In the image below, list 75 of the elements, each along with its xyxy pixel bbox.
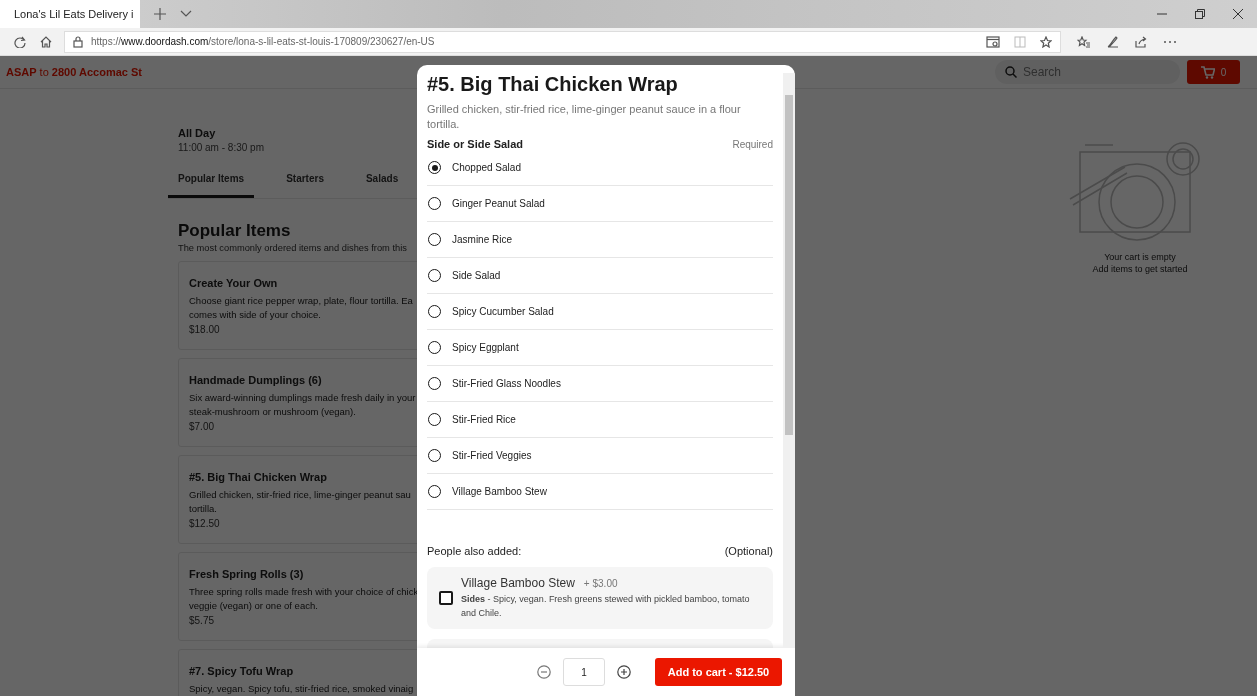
radio-option[interactable]: Stir-Fried Veggies	[427, 438, 773, 474]
reload-icon[interactable]	[14, 35, 26, 48]
item-description: Choose giant rice pepper wrap, plate, flour tortilla. Ea comes with side of your choice.	[189, 294, 413, 322]
item-description: Three spring rolls made fresh with your choice of chick veggie (vegan) or one of each.	[189, 585, 419, 613]
cart-empty-title: Your cart is empty	[1104, 251, 1176, 263]
tab-title: Lona's Lil Eats Delivery i	[14, 8, 134, 20]
radio-option[interactable]: Side Salad	[427, 258, 773, 294]
option-label: Stir-Fried Rice	[452, 414, 516, 425]
section-title: Popular Items	[178, 221, 291, 241]
restore-icon[interactable]	[1195, 9, 1205, 19]
cart-icon	[1200, 65, 1215, 79]
cart-empty-hint: Add items to get started	[1092, 263, 1188, 275]
pen-icon[interactable]	[1107, 35, 1119, 48]
item-name: Handmade Dumplings (6)	[189, 374, 322, 386]
scrollbar-thumb[interactable]	[785, 95, 793, 435]
addons-title: People also added:	[427, 545, 522, 557]
scrollbar[interactable]	[783, 73, 795, 648]
share-icon[interactable]	[1135, 35, 1147, 48]
radio-option[interactable]: Ginger Peanut Salad	[427, 186, 773, 222]
quantity-field[interactable]: 1	[563, 658, 605, 686]
option-label: Stir-Fried Veggies	[452, 450, 532, 461]
addon-description: Sides - Spicy, vegan. Fresh greens stewed with pickled bamboo, tomato and Chile.	[461, 593, 751, 620]
item-name: #7. Spicy Tofu Wrap	[189, 665, 294, 677]
item-price: $18.00	[189, 324, 220, 335]
hours-text: 11:00 am - 8:30 pm	[178, 142, 264, 153]
plus-icon[interactable]	[617, 665, 631, 679]
option-label: Spicy Eggplant	[452, 342, 519, 353]
radio-option[interactable]: Spicy Cucumber Salad	[427, 294, 773, 330]
browser-tab[interactable]: Lona's Lil Eats Delivery i	[0, 0, 140, 28]
radio-option[interactable]: Village Bamboo Stew	[427, 474, 773, 510]
item-description: Spicy, vegan. Spicy tofu, stir-fried rice, smoked vinaig	[189, 682, 414, 696]
radio-option[interactable]: Chopped Salad	[427, 150, 773, 186]
tab-preview-icon[interactable]	[986, 35, 1000, 48]
more-icon[interactable]	[1163, 39, 1177, 44]
search-icon	[1005, 66, 1017, 78]
hours-title: All Day	[178, 127, 216, 139]
lock-icon	[73, 35, 83, 48]
option-label: Chopped Salad	[452, 162, 521, 173]
star-icon[interactable]	[1040, 35, 1052, 48]
addon-card[interactable]: Village Bamboo Stew + $3.00 Sides - Spicy, vegan. Fresh greens stewed with pickled bamboo, tomato and Chile.	[427, 567, 773, 629]
chevron-down-icon[interactable]	[180, 10, 192, 18]
option-label: Stir-Fried Glass Noodles	[452, 378, 561, 389]
option-label: Village Bamboo Stew	[452, 486, 547, 497]
close-icon[interactable]	[1233, 9, 1243, 19]
address-field[interactable]: https://www.doordash.com/store/lona-s-lil-eats-st-louis-170809/230627/en-US	[64, 30, 1061, 53]
required-label: Required	[732, 138, 773, 150]
home-icon[interactable]	[40, 35, 52, 48]
dialog-title: #5. Big Thai Chicken Wrap	[427, 73, 679, 96]
item-price: $5.75	[189, 615, 215, 626]
optional-label: (Optional)	[724, 545, 773, 557]
addon-price: + $3.00	[583, 578, 618, 589]
option-group-title: Side or Side Salad	[427, 138, 523, 150]
option-label: Side Salad	[452, 270, 501, 281]
item-description: Grilled chicken, stir-fried rice, lime-ginger peanut sau tortilla.	[189, 488, 411, 516]
option-label: Ginger Peanut Salad	[452, 198, 545, 209]
item-name: Create Your Own	[189, 277, 278, 289]
item-name: #5. Big Thai Chicken Wrap	[189, 471, 327, 483]
section-subtitle: The most commonly ordered items and dishes from this	[178, 243, 407, 253]
url-text: https://www.doordash.com/store/lona-s-lil-eats-st-louis-170809/230627/en-US	[91, 36, 435, 47]
radio-option[interactable]: Stir-Fried Glass Noodles	[427, 366, 773, 402]
favorites-icon[interactable]	[1077, 35, 1091, 48]
minus-icon[interactable]	[537, 665, 551, 679]
item-name: Fresh Spring Rolls (3)	[189, 568, 304, 580]
item-description: Six award-winning dumplings made fresh daily in your steak-mushroom or mushroom (vegan).	[189, 391, 416, 419]
dialog-description: Grilled chicken, stir-fried rice, lime-ginger peanut sauce in a flour tortilla.	[427, 102, 742, 132]
checkbox[interactable]	[439, 591, 453, 605]
item-price: $7.00	[189, 421, 215, 432]
radio-option[interactable]: Jasmine Rice	[427, 222, 773, 258]
add-to-cart-button[interactable]: Add to cart - $12.50	[655, 658, 782, 686]
option-label: Jasmine Rice	[452, 234, 513, 245]
addon-name: Village Bamboo Stew	[461, 576, 575, 590]
radio-option[interactable]: Stir-Fried Rice	[427, 402, 773, 438]
item-price: $12.50	[189, 518, 220, 529]
radio-option[interactable]: Spicy Eggplant	[427, 330, 773, 366]
option-label: Spicy Cucumber Salad	[452, 306, 554, 317]
